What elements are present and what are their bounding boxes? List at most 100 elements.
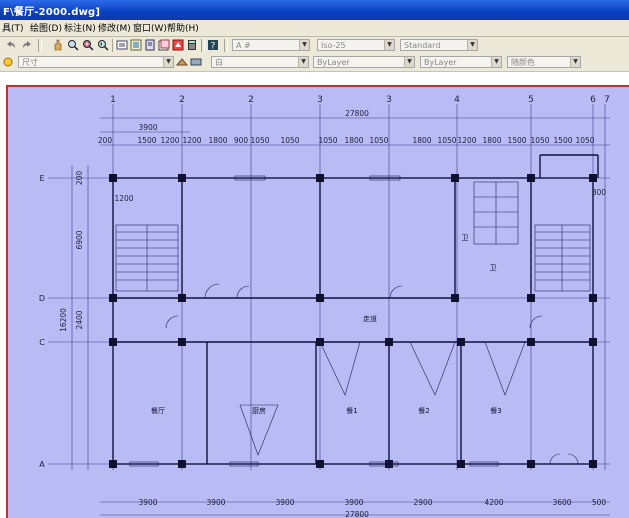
menu-help[interactable]: 帮助(H) xyxy=(167,21,199,34)
top-dimension: 1050 xyxy=(369,136,388,145)
color-value: 白 xyxy=(215,58,223,67)
floor-plan[interactable]: 1 2 2 3 3 4 5 6 7 E D C A 27800 3900 200… xyxy=(0,72,629,518)
layer-name-value: 尺寸 xyxy=(22,58,38,67)
axis-label-top: 1 xyxy=(110,95,116,105)
menu-tools[interactable]: 具(T) xyxy=(2,21,24,34)
zoom-realtime-icon[interactable] xyxy=(67,39,79,51)
chevron-down-icon: ▼ xyxy=(467,40,477,50)
bottom-dimension: 3900 xyxy=(344,498,363,507)
top-dimension: 1500 xyxy=(137,136,156,145)
standard-toolbar: ? A # ▼ Iso-25 ▼ Standard ▼ xyxy=(0,37,629,55)
calculator-icon[interactable] xyxy=(186,39,198,51)
overall-width-dimension: 27800 xyxy=(345,109,369,118)
text-style-combo[interactable]: A # ▼ xyxy=(232,39,310,51)
svg-text:?: ? xyxy=(211,42,216,52)
room-label: 卫 xyxy=(462,234,469,242)
chevron-down-icon: ▼ xyxy=(298,57,308,67)
menu-window[interactable]: 窗口(W) xyxy=(133,21,167,34)
top-dimension: 1800 xyxy=(412,136,431,145)
top-dimension: 200 xyxy=(98,136,113,145)
lineweight-value: ByLayer xyxy=(424,58,457,67)
overall-width-dimension-bottom: 27800 xyxy=(345,510,369,518)
top-dimension: 1500 xyxy=(507,136,526,145)
axis-label-top: 2 xyxy=(179,95,185,105)
chevron-down-icon: ▼ xyxy=(570,57,580,67)
top-dimension: 1200 xyxy=(160,136,179,145)
bottom-dimension: 4200 xyxy=(484,498,503,507)
left-dimension: 200 xyxy=(75,171,84,186)
layers-toolbar: 尺寸 ▼ 白 ▼ ByLayer ▼ ByLayer ▼ 随颜色 ▼ xyxy=(0,54,629,72)
axis-label-top: 6 xyxy=(590,95,596,105)
room-label: 卫 xyxy=(490,264,497,272)
room-label: 餐2 xyxy=(418,406,429,415)
top-dimension: 1050 xyxy=(530,136,549,145)
axis-label-top: 5 xyxy=(528,95,534,105)
axis-label-left: D xyxy=(39,294,45,303)
layer-previous-icon[interactable] xyxy=(190,56,202,68)
top-dimension: 1050 xyxy=(575,136,594,145)
zoom-previous-icon[interactable] xyxy=(97,39,109,51)
make-layer-current-icon[interactable] xyxy=(176,56,188,68)
table-style-combo[interactable]: Standard ▼ xyxy=(400,39,478,51)
top-dimension: 1800 xyxy=(482,136,501,145)
linetype-value: ByLayer xyxy=(317,58,350,67)
room-label: 厨房 xyxy=(252,406,266,415)
markup-icon[interactable] xyxy=(172,39,184,51)
left-dimension: 2400 xyxy=(75,310,84,329)
bottom-dimension: 500 xyxy=(592,498,607,507)
axis-label-left: C xyxy=(39,338,45,347)
toolbar-separator xyxy=(224,39,228,52)
axis-label-top: 3 xyxy=(386,95,392,105)
linetype-combo[interactable]: ByLayer ▼ xyxy=(313,56,415,68)
undo-icon[interactable] xyxy=(4,39,16,51)
bottom-dimension: 3900 xyxy=(275,498,294,507)
chevron-down-icon: ▼ xyxy=(299,40,309,50)
axis-label-top: 2 xyxy=(248,95,254,105)
top-dimension: 1800 xyxy=(344,136,363,145)
top-dimension: 1500 xyxy=(553,136,572,145)
top-dimension: 1050 xyxy=(318,136,337,145)
table-style-value: Standard xyxy=(404,41,441,50)
redo-icon[interactable] xyxy=(22,39,34,51)
chevron-down-icon: ▼ xyxy=(404,57,414,67)
zoom-window-icon[interactable] xyxy=(82,39,94,51)
bottom-dimension: 3900 xyxy=(138,498,157,507)
design-center-icon[interactable] xyxy=(130,39,142,51)
lineweight-combo[interactable]: ByLayer ▼ xyxy=(420,56,502,68)
toolbar-separator xyxy=(201,39,205,52)
layer-combo[interactable]: 尺寸 ▼ xyxy=(18,56,174,68)
left-dimension: 16200 xyxy=(59,308,68,332)
menu-draw[interactable]: 绘图(D) xyxy=(30,21,62,34)
dimension-1200: 1200 xyxy=(114,194,133,203)
tool-palettes-icon[interactable] xyxy=(144,39,156,51)
top-dimension: 1050 xyxy=(437,136,456,145)
sheet-set-icon[interactable] xyxy=(158,39,170,51)
axis-label-top: 4 xyxy=(454,95,460,105)
plot-style-value: 随颜色 xyxy=(511,58,535,67)
window-title: F\餐厅-2000.dwg] xyxy=(3,7,101,18)
chevron-down-icon: ▼ xyxy=(163,57,173,67)
plot-style-combo[interactable]: 随颜色 ▼ xyxy=(507,56,581,68)
layer-state-icon[interactable] xyxy=(2,56,14,68)
pan-icon[interactable] xyxy=(52,39,64,51)
bottom-dimension: 3600 xyxy=(552,498,571,507)
top-dimension: 1200 xyxy=(457,136,476,145)
menu-dimension[interactable]: 标注(N) xyxy=(64,21,96,34)
room-label: 餐1 xyxy=(346,406,357,415)
room-label: 餐厅 xyxy=(151,406,165,415)
text-style-value: A # xyxy=(236,41,251,50)
properties-icon[interactable] xyxy=(116,39,128,51)
bay-dimension: 3900 xyxy=(138,123,157,132)
left-dimension: 6900 xyxy=(75,230,84,249)
color-combo[interactable]: 白 ▼ xyxy=(211,56,309,68)
toolbar-separator xyxy=(38,39,42,52)
bottom-dimension: 3900 xyxy=(206,498,225,507)
dim-style-combo[interactable]: Iso-25 ▼ xyxy=(317,39,395,51)
title-bar: F\餐厅-2000.dwg] xyxy=(0,0,629,20)
help-icon[interactable]: ? xyxy=(207,39,219,51)
chevron-down-icon: ▼ xyxy=(491,57,501,67)
room-label: 走道 xyxy=(363,314,377,323)
top-dimension: 1800 xyxy=(208,136,227,145)
menu-modify[interactable]: 修改(M) xyxy=(98,21,131,34)
top-dimension: 1200 xyxy=(182,136,201,145)
